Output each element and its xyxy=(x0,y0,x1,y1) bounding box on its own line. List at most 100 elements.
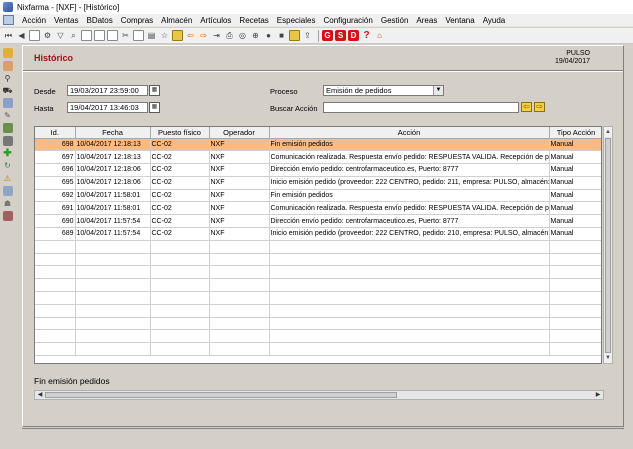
cell-tipo[interactable]: Manual xyxy=(549,214,601,229)
table-row[interactable]: 697 10/04/2017 12:18:13 CC-02 NXF Comunicaci… xyxy=(35,150,601,165)
pharmacy-cross-icon[interactable]: ✚ xyxy=(3,148,13,159)
cell-operador[interactable]: NXF xyxy=(209,150,270,165)
scroll-thumb[interactable] xyxy=(605,138,611,353)
table-row[interactable]: 698 10/04/2017 12:18:13 CC-02 NXF Fin emisió… xyxy=(35,138,601,152)
scroll-up-icon[interactable]: ▲ xyxy=(604,127,612,137)
cut-icon[interactable]: ✂ xyxy=(120,30,131,41)
cell-tipo[interactable]: Manual xyxy=(549,227,601,241)
menu-compras[interactable]: Compras xyxy=(117,16,157,25)
menu-configuracion[interactable]: Configuración xyxy=(319,16,376,25)
table-row[interactable]: 689 10/04/2017 11:57:54 CC-02 NXF Inicio emi… xyxy=(35,227,601,241)
cell-id[interactable]: 696 xyxy=(35,163,76,177)
cell-puesto[interactable]: CC-02 xyxy=(150,189,210,203)
warning-icon[interactable]: ⚠ xyxy=(3,173,13,183)
refresh-icon[interactable]: ↻ xyxy=(3,161,13,171)
cell-accion[interactable]: Fin emisión pedidos xyxy=(269,189,550,203)
folder-icon[interactable] xyxy=(172,30,183,41)
home-icon[interactable]: ⌂ xyxy=(374,30,385,41)
cell-fecha[interactable]: 10/04/2017 11:57:54 xyxy=(75,227,151,241)
cell-id[interactable]: 689 xyxy=(35,227,76,241)
cell-id[interactable]: 691 xyxy=(35,201,76,216)
prev-record-icon[interactable]: ◀ xyxy=(16,30,27,41)
menu-ventas[interactable]: Ventas xyxy=(50,16,82,25)
cell-tipo[interactable]: Manual xyxy=(549,138,601,152)
cell-fecha[interactable]: 10/04/2017 11:57:54 xyxy=(75,214,151,229)
cell-operador[interactable]: NXF xyxy=(209,189,270,203)
cell-accion[interactable]: Dirección envío pedido: centrofarmaceuti… xyxy=(269,163,550,177)
column-header-fecha[interactable]: Fecha xyxy=(75,127,151,139)
cell-id[interactable]: 692 xyxy=(35,189,76,203)
cell-tipo[interactable]: Manual xyxy=(549,176,601,190)
column-header-tipo[interactable]: Tipo Acción xyxy=(549,127,601,139)
d-button-icon[interactable]: D xyxy=(348,30,359,41)
zoom-icon[interactable]: ⊕ xyxy=(250,30,261,41)
table-row[interactable]: 690 10/04/2017 11:57:54 CC-02 NXF Dirección … xyxy=(35,214,601,229)
proceso-select[interactable]: Emisión de pedidos ▼ xyxy=(323,85,444,96)
menu-recetas[interactable]: Recetas xyxy=(235,16,272,25)
sales-icon[interactable] xyxy=(2,48,13,58)
cell-accion[interactable]: Comunicación realizada. Respuesta envío … xyxy=(269,201,550,216)
forward-arrow-icon[interactable]: ⇨ xyxy=(198,30,209,41)
cell-operador[interactable]: NXF xyxy=(209,176,270,190)
cell-tipo[interactable]: Manual xyxy=(549,163,601,177)
cell-id[interactable]: 698 xyxy=(35,138,76,152)
cell-operador[interactable]: NXF xyxy=(209,214,270,229)
cash-icon[interactable] xyxy=(2,60,13,71)
network-icon[interactable] xyxy=(2,185,13,196)
cell-puesto[interactable]: CC-02 xyxy=(150,227,210,241)
insert-row-icon[interactable]: ⇥ xyxy=(211,30,222,41)
column-header-operador[interactable]: Operador xyxy=(209,127,270,139)
table-vertical-scrollbar[interactable]: ▲ ▼ xyxy=(603,126,613,364)
ledger-icon[interactable] xyxy=(2,123,13,133)
cell-puesto[interactable]: CC-02 xyxy=(150,163,210,177)
new-document-icon[interactable] xyxy=(94,30,105,41)
search-prev-arrow-icon[interactable]: ⇦ xyxy=(521,102,532,112)
menu-ayuda[interactable]: Ayuda xyxy=(479,16,510,25)
cell-operador[interactable]: NXF xyxy=(209,163,270,177)
building-icon[interactable] xyxy=(2,210,13,221)
search-next-arrow-icon[interactable]: ⇨ xyxy=(534,102,545,112)
printer-icon[interactable] xyxy=(2,135,13,146)
cell-accion[interactable]: Dirección envío pedido: centrofarmaceuti… xyxy=(269,214,550,229)
cell-fecha[interactable]: 10/04/2017 12:18:13 xyxy=(75,138,151,152)
menu-especiales[interactable]: Especiales xyxy=(273,16,320,25)
back-arrow-icon[interactable]: ⇦ xyxy=(185,30,196,41)
menu-ventana[interactable]: Ventana xyxy=(441,16,478,25)
catalog-icon[interactable] xyxy=(2,98,13,108)
scroll-left-icon[interactable]: ◀ xyxy=(35,391,45,399)
cell-fecha[interactable]: 10/04/2017 12:18:06 xyxy=(75,163,151,177)
menu-articulos[interactable]: Artículos xyxy=(196,16,235,25)
cell-fecha[interactable]: 10/04/2017 11:58:01 xyxy=(75,189,151,203)
binoculars-icon[interactable]: ⌕ xyxy=(68,30,79,41)
table-row[interactable]: 692 10/04/2017 11:58:01 CC-02 NXF Fin emisió… xyxy=(35,189,601,203)
hasta-field[interactable]: 19/04/2017 13:46:03 xyxy=(67,102,148,113)
print-preview-icon[interactable]: ◎ xyxy=(237,30,248,41)
tools-icon[interactable]: ✎ xyxy=(3,111,13,121)
cell-puesto[interactable]: CC-02 xyxy=(150,150,210,165)
users-icon[interactable]: ☗ xyxy=(3,198,13,208)
menu-almacen[interactable]: Almacén xyxy=(157,16,196,25)
cell-id[interactable]: 697 xyxy=(35,150,76,165)
cell-id[interactable]: 695 xyxy=(35,176,76,190)
table-row[interactable]: 695 10/04/2017 12:18:06 CC-02 NXF Inicio emi… xyxy=(35,176,601,190)
column-header-id[interactable]: Id. xyxy=(35,127,76,139)
filter-icon[interactable]: ▽ xyxy=(55,30,66,41)
cell-accion[interactable]: Comunicación realizada. Respuesta envío … xyxy=(269,150,550,165)
detail-horizontal-scrollbar[interactable]: ◀ ▶ xyxy=(34,390,604,400)
paste-icon[interactable] xyxy=(133,30,144,41)
first-record-icon[interactable]: ⏮ xyxy=(3,30,14,41)
cell-accion[interactable]: Inicio emisión pedido (proveedor: 222 CE… xyxy=(269,176,550,190)
table-row[interactable]: 696 10/04/2017 12:18:06 CC-02 NXF Dirección … xyxy=(35,163,601,177)
menu-areas[interactable]: Areas xyxy=(412,16,441,25)
cell-fecha[interactable]: 10/04/2017 12:18:13 xyxy=(75,150,151,165)
s-button-icon[interactable]: S xyxy=(335,30,346,41)
cell-puesto[interactable]: CC-02 xyxy=(150,201,210,216)
menu-gestion[interactable]: Gestión xyxy=(377,16,413,25)
cell-puesto[interactable]: CC-02 xyxy=(150,176,210,190)
cell-operador[interactable]: NXF xyxy=(209,138,270,152)
scroll-thumb-horizontal[interactable] xyxy=(45,392,397,398)
menu-accion[interactable]: Acción xyxy=(18,16,50,25)
cell-fecha[interactable]: 10/04/2017 11:58:01 xyxy=(75,201,151,216)
desde-calendar-icon[interactable]: ▦ xyxy=(149,85,160,96)
g-button-icon[interactable]: G xyxy=(322,30,333,41)
